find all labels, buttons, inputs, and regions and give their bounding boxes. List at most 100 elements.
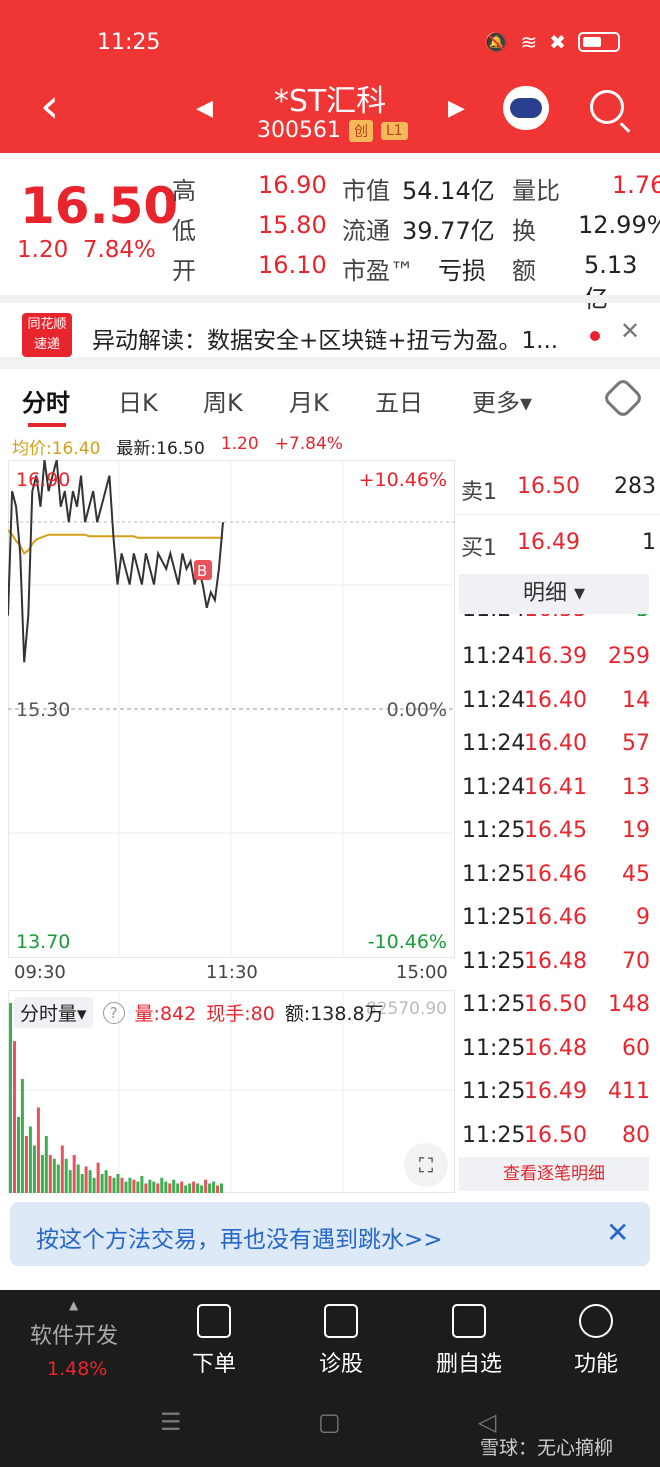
volume-bar [124, 1181, 128, 1193]
tab-intraday[interactable]: 分时 [22, 383, 70, 418]
volume-bar [76, 1164, 80, 1193]
search-icon[interactable] [590, 90, 624, 124]
view-all-ticks-button[interactable]: 查看逐笔明细 [459, 1157, 649, 1191]
volume-bar [148, 1179, 152, 1193]
volume-bar [176, 1183, 180, 1193]
volume-bar [152, 1181, 156, 1193]
home-icon[interactable]: ▢ [318, 1408, 341, 1436]
tab-five-day[interactable]: 五日 [375, 383, 423, 418]
tab-weekly-k[interactable]: 周K [203, 383, 243, 418]
tick-row: 11:24 16.41 13 [462, 775, 650, 800]
tab-monthly-k[interactable]: 月K [289, 383, 329, 418]
help-icon[interactable]: ? [102, 1001, 125, 1024]
news-text[interactable]: 异动解读：数据安全+区块链+扭亏为盈。1... [92, 321, 558, 355]
tick-row: 11:25 16.49 411 [462, 1079, 650, 1104]
last-price: 16.50 [20, 177, 179, 235]
open-label: 开 [172, 257, 196, 285]
news-bar[interactable]: 同花顺 速递 异动解读：数据安全+区块链+扭亏为盈。1... ✕ [0, 295, 660, 357]
expand-up-icon[interactable]: ▲ [69, 1298, 78, 1312]
volume-type-dropdown[interactable]: 分时量▾ [14, 997, 93, 1028]
remove-watchlist-button[interactable]: 删自选 [436, 1304, 502, 1378]
tick-row: 11:24 16.40 57 [462, 731, 650, 756]
tick-price: 16.45 [524, 818, 587, 843]
volume-bar [72, 1155, 76, 1193]
time-end: 15:00 [396, 962, 448, 983]
y-mid-pct: 0.00% [387, 699, 447, 721]
intraday-chart[interactable]: B 16.90 15.30 13.70 +10.46% 0.00% -10.46… [8, 460, 455, 958]
ask-1-row: 卖1 16.50 283 [461, 474, 656, 506]
diagnose-button[interactable]: 诊股 [319, 1304, 363, 1378]
stock-code-row: 300561 创 L1 [257, 118, 408, 143]
close-icon[interactable]: ✕ [606, 1216, 629, 1249]
tick-price: 16.49 [524, 1079, 587, 1104]
volume-bar [216, 1185, 219, 1193]
robot-assistant-icon[interactable] [503, 86, 549, 130]
volume-bar [204, 1179, 208, 1193]
volume-bar [212, 1181, 216, 1193]
ask-1-label: 卖1 [461, 480, 497, 505]
detail-dropdown[interactable]: 明细 ▾ [459, 574, 649, 614]
settings-icon[interactable] [601, 376, 645, 420]
tick-row: 11:25 16.50 148 [462, 992, 650, 1017]
tick-time: 11:25 [462, 1122, 526, 1148]
volume-bar [144, 1183, 148, 1193]
promo-text[interactable]: 按这个方法交易，再也没有遇到跳水>> [36, 1220, 443, 1254]
volume-header: 分时量▾ ? 量:842 现手:80 额:138.8万 [14, 997, 384, 1028]
volume-bar [28, 1126, 32, 1193]
tick-time: 11:25 [462, 992, 526, 1017]
volume-bar [56, 1164, 60, 1193]
tick-row: 11:24 16.39 259 [462, 644, 650, 669]
open-value: 16.10 [258, 251, 327, 279]
low-value: 15.80 [258, 211, 327, 239]
order-button[interactable]: 下单 [192, 1304, 236, 1378]
functions-button[interactable]: 功能 [574, 1304, 618, 1378]
tick-time: 11:24 [462, 644, 526, 669]
volume-bar [168, 1183, 172, 1193]
close-icon[interactable]: ✕ [620, 317, 640, 345]
tick-time: 11:25 [462, 1035, 526, 1061]
price-change: 1.20 7.84% [17, 237, 156, 263]
tick-row: 11:25 16.50 80 [462, 1123, 650, 1148]
volume-bar [9, 1003, 12, 1193]
diagnose-label: 诊股 [319, 1352, 364, 1377]
tick-volume: 57 [622, 731, 650, 756]
volume-bar [40, 1155, 44, 1193]
volume-bar [48, 1155, 52, 1193]
volume-bar [184, 1185, 188, 1193]
tick-volume: 14 [622, 687, 650, 713]
recent-apps-icon[interactable]: ☰ [160, 1408, 182, 1436]
tick-time: 11:24 [462, 731, 526, 756]
sector-name[interactable]: 软件开发 [30, 1318, 118, 1350]
volume-bar [108, 1175, 112, 1193]
tick-price: 16.50 [524, 1122, 587, 1148]
volume-bar [116, 1174, 120, 1193]
next-stock-button[interactable]: ▶ [448, 96, 465, 121]
sim-icon: ✖ [549, 30, 566, 54]
level-tag: L1 [380, 121, 408, 140]
volume-bar [160, 1177, 164, 1193]
mute-icon: 🔕 [483, 30, 509, 54]
watermark: 雪球：无心摘柳 [480, 1437, 614, 1459]
news-logo: 同花顺 速递 [22, 313, 72, 357]
tick-volume: 13 [622, 774, 650, 800]
latest-price: 最新:16.50 [116, 439, 205, 459]
active-tab-indicator [28, 423, 66, 427]
avg-price: 均价:16.40 [12, 439, 101, 459]
mcap-label: 市值 [342, 177, 390, 205]
volume-bar [32, 1145, 36, 1193]
tick-price: 16.48 [524, 1035, 587, 1061]
expand-icon[interactable]: ⛶ [404, 1143, 448, 1187]
volume-bar [84, 1166, 88, 1193]
tick-volume: 60 [622, 1035, 650, 1061]
tick-volume: 148 [608, 992, 650, 1017]
tick-volume: 70 [622, 948, 650, 974]
back-nav-icon[interactable]: ◁ [478, 1408, 496, 1436]
tab-more[interactable]: 更多▾ [472, 383, 532, 418]
promo-banner[interactable]: 按这个方法交易，再也没有遇到跳水>> ✕ [10, 1202, 650, 1266]
y-top-pct: +10.46% [359, 469, 447, 491]
float-label: 流通 [342, 217, 390, 245]
time-mid: 11:30 [206, 962, 258, 983]
tab-daily-k[interactable]: 日K [118, 383, 158, 418]
volume-bar [188, 1183, 192, 1193]
tick-volume: 259 [608, 644, 650, 669]
